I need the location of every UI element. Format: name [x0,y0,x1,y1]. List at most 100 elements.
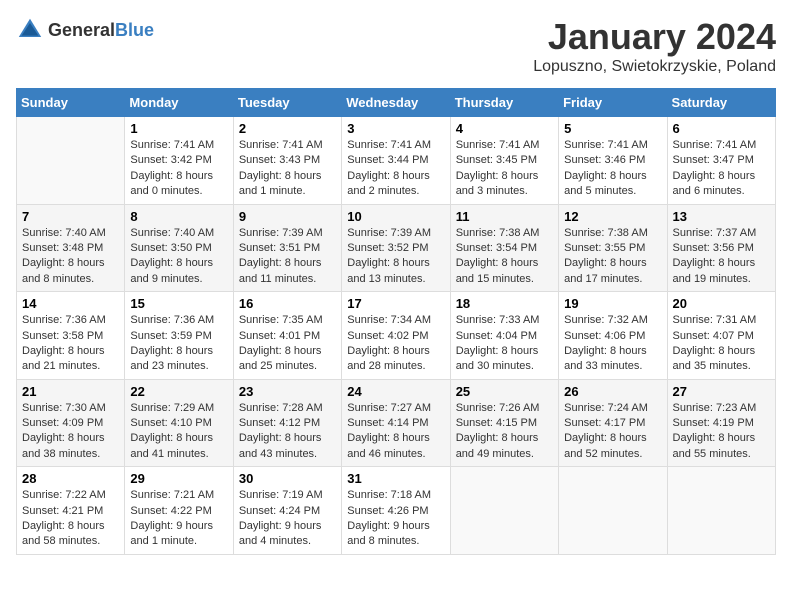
weekday-header: Wednesday [342,89,450,117]
calendar-cell: 14 Sunrise: 7:36 AMSunset: 3:58 PMDayligh… [17,292,125,380]
day-info: Sunrise: 7:33 AMSunset: 4:04 PMDaylight:… [456,313,553,375]
day-number: 12 [564,209,661,224]
calendar-cell: 7 Sunrise: 7:40 AMSunset: 3:48 PMDaylight… [17,204,125,292]
day-number: 9 [239,209,336,224]
calendar-cell [559,467,667,555]
logo-icon [16,16,44,44]
day-number: 8 [130,209,227,224]
weekday-header: Saturday [667,89,775,117]
day-number: 28 [22,471,119,486]
title-block: January 2024 Lopuszno, Swietokrzyskie, P… [533,16,776,76]
calendar-cell: 3Sunrise: 7:41 AMSunset: 3:44 PMDaylight… [342,117,450,205]
day-info: Sunrise: 7:41 AMSunset: 3:42 PMDaylight:… [130,138,227,200]
day-number: 29 [130,471,227,486]
calendar-cell: 5 Sunrise: 7:41 AMSunset: 3:46 PMDaylight… [559,117,667,205]
day-info: Sunrise: 7:38 AMSunset: 3:54 PMDaylight:… [456,226,553,288]
calendar-cell: 22Sunrise: 7:29 AMSunset: 4:10 PMDayligh… [125,379,233,467]
weekday-header: Monday [125,89,233,117]
calendar-week-row: 14 Sunrise: 7:36 AMSunset: 3:58 PMDayligh… [17,292,776,380]
weekday-header: Friday [559,89,667,117]
calendar-week-row: 1 Sunrise: 7:41 AMSunset: 3:42 PMDaylight… [17,117,776,205]
day-number: 15 [130,296,227,311]
day-number: 11 [456,209,553,224]
day-info: Sunrise: 7:36 AMSunset: 3:58 PMDaylight:… [22,313,119,375]
day-number: 14 [22,296,119,311]
day-info: Sunrise: 7:29 AMSunset: 4:10 PMDaylight:… [130,401,227,463]
day-number: 10 [347,209,444,224]
day-info: Sunrise: 7:30 AMSunset: 4:09 PMDaylight:… [22,401,119,463]
calendar-cell: 13 Sunrise: 7:37 AMSunset: 3:56 PMDayligh… [667,204,775,292]
day-info: Sunrise: 7:26 AMSunset: 4:15 PMDaylight:… [456,401,553,463]
day-info: Sunrise: 7:32 AMSunset: 4:06 PMDaylight:… [564,313,661,375]
calendar-cell: 12Sunrise: 7:38 AMSunset: 3:55 PMDayligh… [559,204,667,292]
calendar-cell: 26 Sunrise: 7:24 AMSunset: 4:17 PMDayligh… [559,379,667,467]
month-title: January 2024 [533,16,776,58]
calendar-cell [667,467,775,555]
calendar-cell: 23 Sunrise: 7:28 AMSunset: 4:12 PMDayligh… [233,379,341,467]
logo-general: General [48,20,115,40]
day-info: Sunrise: 7:41 AMSunset: 3:43 PMDaylight:… [239,138,336,200]
day-number: 31 [347,471,444,486]
calendar-cell: 31Sunrise: 7:18 AMSunset: 4:26 PMDayligh… [342,467,450,555]
calendar-cell: 18 Sunrise: 7:33 AMSunset: 4:04 PMDayligh… [450,292,558,380]
day-info: Sunrise: 7:40 AMSunset: 3:48 PMDaylight:… [22,226,119,288]
day-info: Sunrise: 7:31 AMSunset: 4:07 PMDaylight:… [673,313,770,375]
header-row: SundayMondayTuesdayWednesdayThursdayFrid… [17,89,776,117]
day-number: 18 [456,296,553,311]
logo: GeneralBlue [16,16,154,44]
weekday-header: Sunday [17,89,125,117]
calendar-cell: 1 Sunrise: 7:41 AMSunset: 3:42 PMDaylight… [125,117,233,205]
day-info: Sunrise: 7:37 AMSunset: 3:56 PMDaylight:… [673,226,770,288]
day-info: Sunrise: 7:40 AMSunset: 3:50 PMDaylight:… [130,226,227,288]
calendar-cell [17,117,125,205]
day-number: 17 [347,296,444,311]
calendar-cell: 25 Sunrise: 7:26 AMSunset: 4:15 PMDayligh… [450,379,558,467]
day-number: 7 [22,209,119,224]
logo-blue: Blue [115,20,154,40]
day-number: 27 [673,384,770,399]
day-number: 26 [564,384,661,399]
calendar-body: 1 Sunrise: 7:41 AMSunset: 3:42 PMDaylight… [17,117,776,555]
calendar-cell: 21 Sunrise: 7:30 AMSunset: 4:09 PMDayligh… [17,379,125,467]
calendar-cell: 4Sunrise: 7:41 AMSunset: 3:45 PMDaylight… [450,117,558,205]
day-number: 1 [130,121,227,136]
day-info: Sunrise: 7:35 AMSunset: 4:01 PMDaylight:… [239,313,336,375]
location-title: Lopuszno, Swietokrzyskie, Poland [533,58,776,76]
calendar-cell: 17 Sunrise: 7:34 AMSunset: 4:02 PMDayligh… [342,292,450,380]
day-info: Sunrise: 7:41 AMSunset: 3:47 PMDaylight:… [673,138,770,200]
day-info: Sunrise: 7:23 AMSunset: 4:19 PMDaylight:… [673,401,770,463]
day-number: 19 [564,296,661,311]
calendar-cell: 19 Sunrise: 7:32 AMSunset: 4:06 PMDayligh… [559,292,667,380]
calendar-cell: 27 Sunrise: 7:23 AMSunset: 4:19 PMDayligh… [667,379,775,467]
day-info: Sunrise: 7:34 AMSunset: 4:02 PMDaylight:… [347,313,444,375]
calendar-week-row: 7 Sunrise: 7:40 AMSunset: 3:48 PMDaylight… [17,204,776,292]
day-number: 13 [673,209,770,224]
day-number: 6 [673,121,770,136]
day-info: Sunrise: 7:39 AMSunset: 3:51 PMDaylight:… [239,226,336,288]
calendar-cell: 30Sunrise: 7:19 AMSunset: 4:24 PMDayligh… [233,467,341,555]
day-number: 30 [239,471,336,486]
day-number: 23 [239,384,336,399]
day-number: 16 [239,296,336,311]
day-info: Sunrise: 7:21 AMSunset: 4:22 PMDaylight:… [130,488,227,550]
page-header: GeneralBlue January 2024 Lopuszno, Swiet… [16,16,776,76]
day-number: 21 [22,384,119,399]
calendar-cell: 24 Sunrise: 7:27 AMSunset: 4:14 PMDayligh… [342,379,450,467]
day-number: 24 [347,384,444,399]
calendar-cell: 10Sunrise: 7:39 AMSunset: 3:52 PMDayligh… [342,204,450,292]
calendar-week-row: 28 Sunrise: 7:22 AMSunset: 4:21 PMDayligh… [17,467,776,555]
calendar-cell: 28 Sunrise: 7:22 AMSunset: 4:21 PMDayligh… [17,467,125,555]
day-info: Sunrise: 7:41 AMSunset: 3:46 PMDaylight:… [564,138,661,200]
day-number: 5 [564,121,661,136]
day-info: Sunrise: 7:28 AMSunset: 4:12 PMDaylight:… [239,401,336,463]
day-info: Sunrise: 7:27 AMSunset: 4:14 PMDaylight:… [347,401,444,463]
calendar-cell: 11 Sunrise: 7:38 AMSunset: 3:54 PMDayligh… [450,204,558,292]
day-info: Sunrise: 7:24 AMSunset: 4:17 PMDaylight:… [564,401,661,463]
day-info: Sunrise: 7:22 AMSunset: 4:21 PMDaylight:… [22,488,119,550]
day-number: 25 [456,384,553,399]
day-info: Sunrise: 7:41 AMSunset: 3:44 PMDaylight:… [347,138,444,200]
calendar-cell: 16 Sunrise: 7:35 AMSunset: 4:01 PMDayligh… [233,292,341,380]
calendar-cell: 29 Sunrise: 7:21 AMSunset: 4:22 PMDayligh… [125,467,233,555]
calendar-cell: 9 Sunrise: 7:39 AMSunset: 3:51 PMDaylight… [233,204,341,292]
weekday-header: Tuesday [233,89,341,117]
